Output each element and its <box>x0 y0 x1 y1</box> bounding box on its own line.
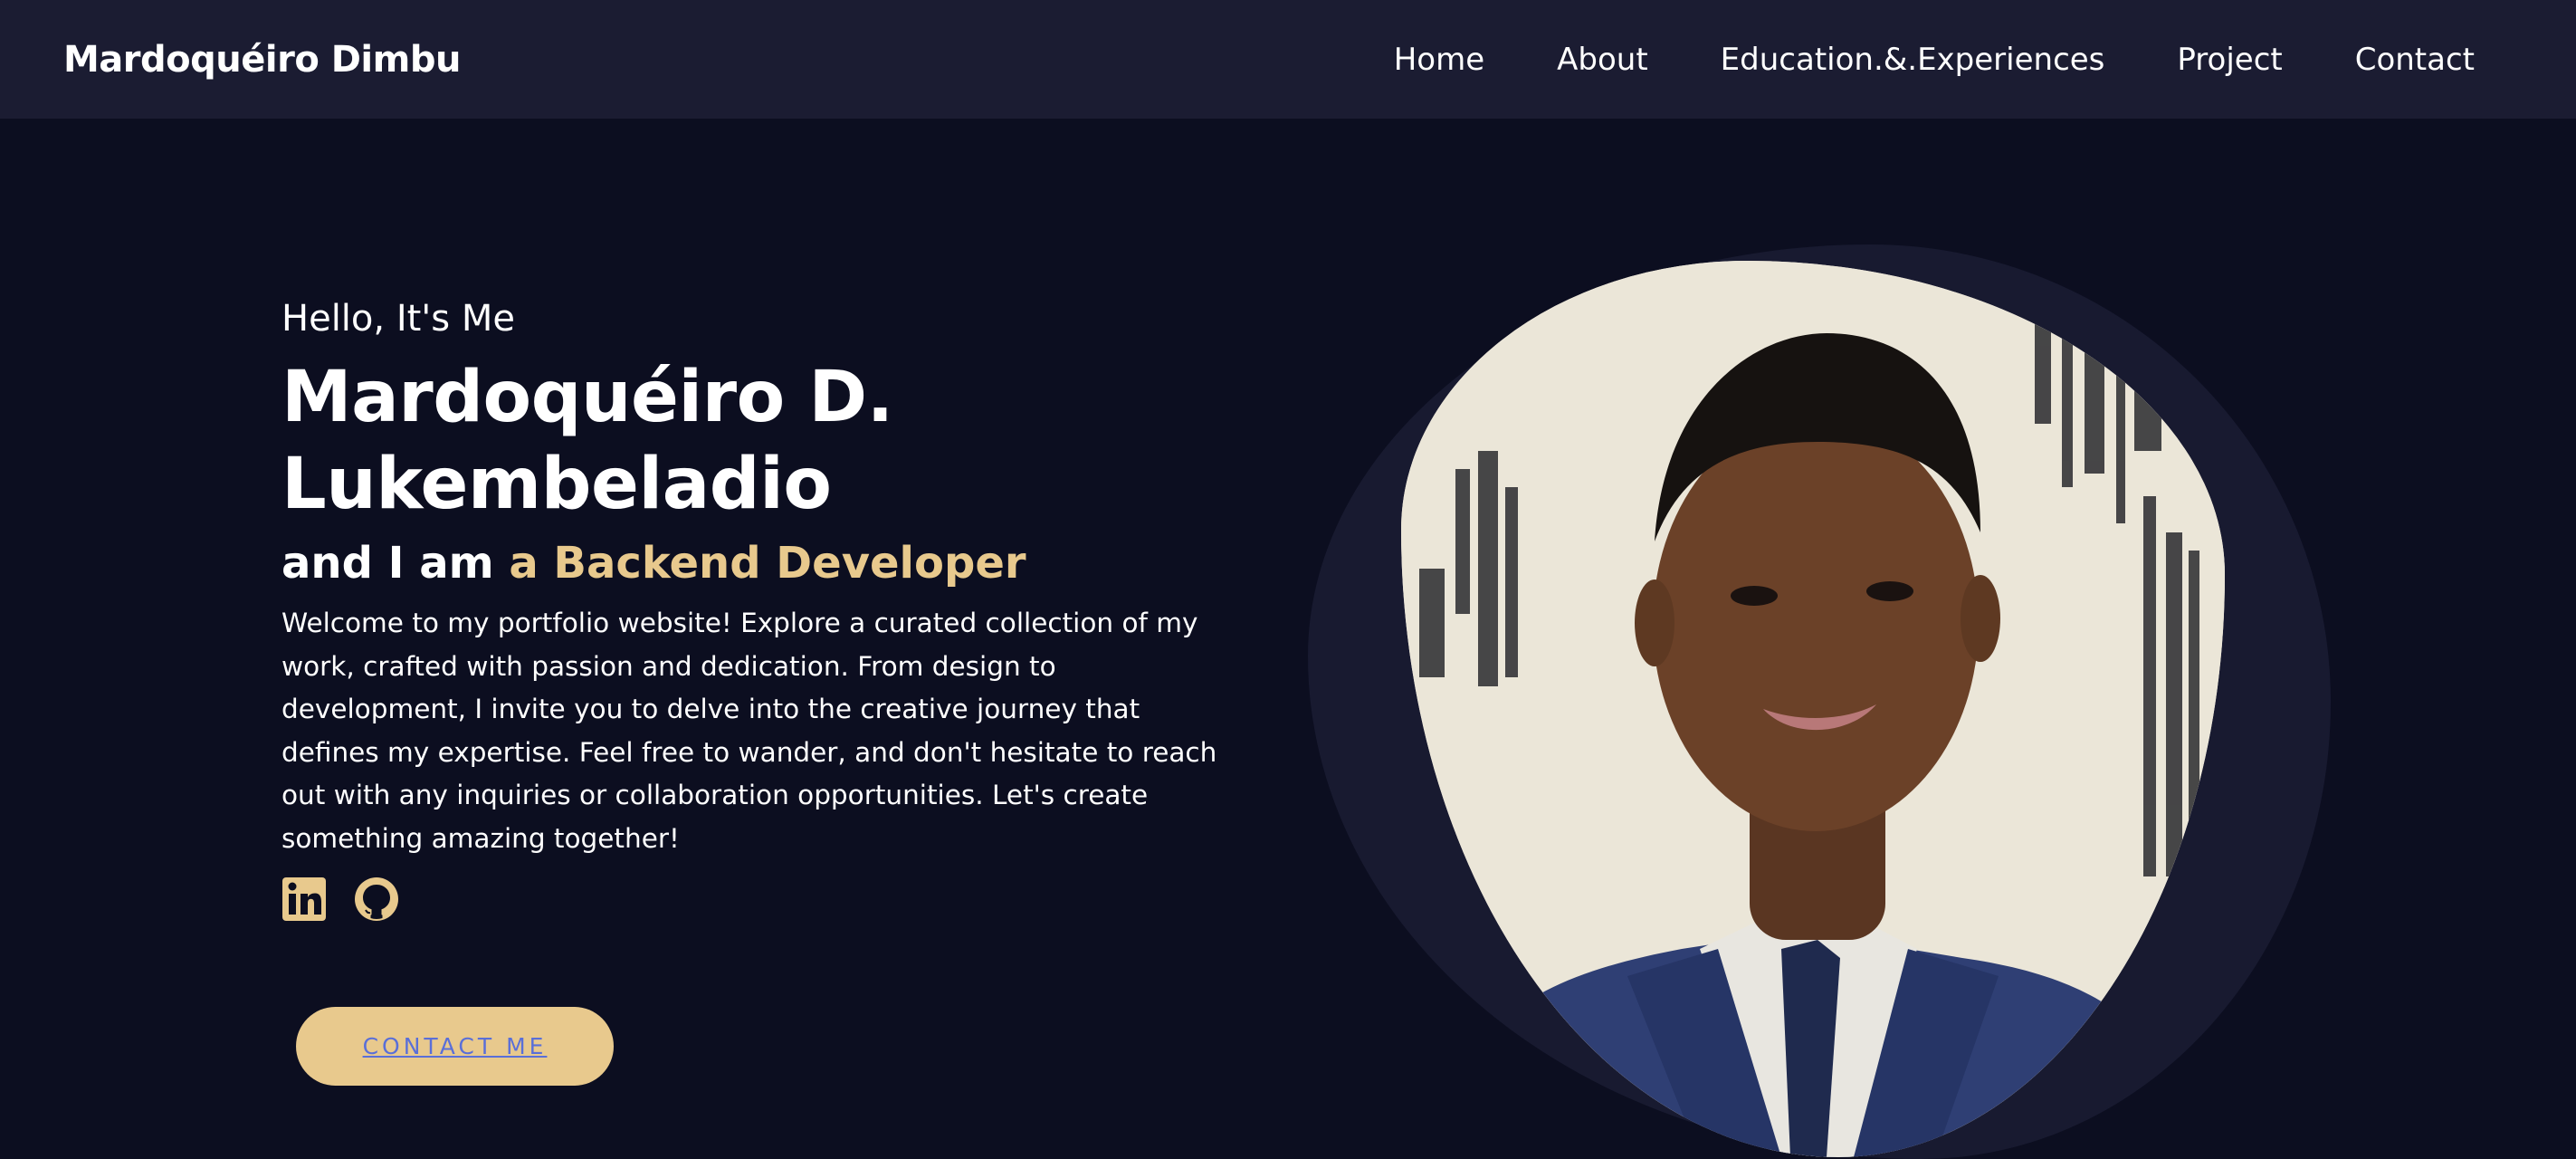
nav-link-education-experiences[interactable]: Education.&.Experiences <box>1721 42 2105 78</box>
hero-greeting: Hello, It's Me <box>281 298 515 340</box>
github-link[interactable] <box>354 876 399 922</box>
hero-intro: Welcome to my portfolio website! Explore… <box>281 608 1217 854</box>
hero-name-line1: Mardoquéiro D. <box>281 357 893 438</box>
nav-link-home[interactable]: Home <box>1394 42 1484 78</box>
github-icon <box>355 877 398 921</box>
role-highlight: a Backend Developer <box>509 538 1026 589</box>
nav-link-contact[interactable]: Contact <box>2355 42 2475 78</box>
contact-me-button[interactable]: CONTACT ME <box>296 1007 614 1086</box>
navbar: Mardoquéiro Dimbu Home About Education.&… <box>0 0 2576 119</box>
hero-name: Mardoquéiro D. Lukembeladio <box>281 354 1241 528</box>
linkedin-icon <box>282 877 326 921</box>
nav-menu: Home About Education.&.Experiences Proje… <box>1394 42 2475 78</box>
nav-link-about[interactable]: About <box>1557 42 1648 78</box>
hero-name-line2: Lukembeladio <box>281 444 832 525</box>
social-links <box>281 876 399 922</box>
linkedin-link[interactable] <box>281 876 327 922</box>
brand-logo[interactable]: Mardoquéiro Dimbu <box>63 39 461 81</box>
nav-link-project[interactable]: Project <box>2177 42 2282 78</box>
hero-role: and I am a Backend Developer <box>281 532 1241 595</box>
role-prefix: and I am <box>281 538 510 589</box>
hero-text: Hello, It's Me Mardoquéiro D. Lukembelad… <box>281 290 1241 860</box>
